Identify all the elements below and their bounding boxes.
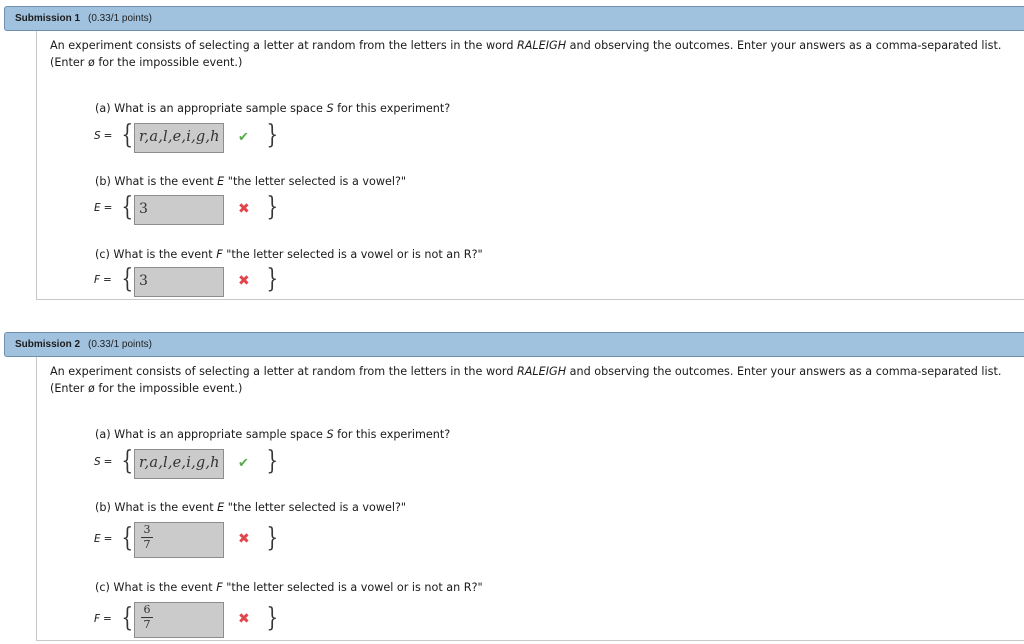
answer-input-a[interactable]: r,a,l,e,i,g,h bbox=[134, 123, 224, 153]
question-b: (b) What is the event E "the letter sele… bbox=[95, 501, 406, 514]
submission-title: Submission 1 bbox=[15, 13, 81, 24]
variable-label: E = bbox=[94, 533, 113, 545]
intro-text-end: and observing the outcomes. Enter your a… bbox=[566, 365, 1002, 378]
answer-input-b[interactable]: 3 bbox=[134, 195, 224, 225]
question-text-end: "the letter selected is a vowel or is no… bbox=[222, 248, 483, 261]
question-text-end: "the letter selected is a vowel or is no… bbox=[222, 581, 483, 594]
intro-text: An experiment consists of selecting a le… bbox=[50, 365, 517, 378]
answer-row-c: F = { 3 ✖ } bbox=[94, 264, 294, 298]
cross-icon: ✖ bbox=[238, 531, 250, 547]
fraction: 6 7 bbox=[141, 604, 153, 631]
question-text-end: "the letter selected is a vowel?" bbox=[224, 175, 407, 188]
answer-input-c[interactable]: 6 7 bbox=[134, 602, 224, 638]
answer-input-c[interactable]: 3 bbox=[134, 267, 224, 297]
open-brace: { bbox=[121, 523, 134, 553]
question-text: (a) What is an appropriate sample space bbox=[95, 428, 327, 441]
answer-row-b: E = { 3 ✖ } bbox=[94, 192, 294, 226]
variable-label: F = bbox=[94, 274, 112, 286]
submission-header: Submission 2 (0.33/1 points) bbox=[4, 332, 1024, 357]
close-brace: } bbox=[266, 192, 279, 222]
intro-text-end: and observing the outcomes. Enter your a… bbox=[566, 39, 1002, 52]
question-text: (b) What is the event bbox=[95, 175, 218, 188]
intro-word: RALEIGH bbox=[517, 365, 567, 378]
cross-icon: ✖ bbox=[238, 201, 250, 217]
checkmark-icon: ✔ bbox=[238, 130, 249, 145]
open-brace: { bbox=[121, 120, 134, 150]
submission-points: (0.33/1 points) bbox=[88, 13, 152, 24]
question-a: (a) What is an appropriate sample space … bbox=[95, 102, 450, 115]
answer-row-b: E = { 3 7 ✖ } bbox=[94, 521, 294, 558]
submission-points: (0.33/1 points) bbox=[88, 339, 152, 350]
question-text-end: "the letter selected is a vowel?" bbox=[224, 501, 407, 514]
question-text-end: for this experiment? bbox=[333, 428, 451, 441]
question-b: (b) What is the event E "the letter sele… bbox=[95, 175, 406, 188]
question-c: (c) What is the event F "the letter sele… bbox=[95, 248, 483, 261]
submission-title: Submission 2 bbox=[15, 339, 81, 350]
cross-icon: ✖ bbox=[238, 611, 250, 627]
open-brace: { bbox=[121, 446, 134, 476]
fraction: 3 7 bbox=[141, 524, 153, 551]
fraction-denominator: 7 bbox=[143, 618, 151, 631]
fraction-numerator: 3 bbox=[141, 524, 153, 538]
close-brace: } bbox=[266, 264, 279, 294]
submission-body: An experiment consists of selecting a le… bbox=[36, 357, 1024, 641]
question-c: (c) What is the event F "the letter sele… bbox=[95, 581, 483, 594]
answer-row-a: S = { r,a,l,e,i,g,h ✔ } bbox=[94, 120, 294, 154]
problem-intro: An experiment consists of selecting a le… bbox=[50, 363, 1024, 397]
intro-note: (Enter ø for the impossible event.) bbox=[50, 56, 243, 69]
answer-row-a: S = { r,a,l,e,i,g,h ✔ } bbox=[94, 446, 294, 480]
answer-input-a[interactable]: r,a,l,e,i,g,h bbox=[134, 449, 224, 479]
problem-intro: An experiment consists of selecting a le… bbox=[50, 37, 1024, 71]
submission-2: Submission 2 (0.33/1 points) An experime… bbox=[4, 332, 1024, 641]
close-brace: } bbox=[266, 523, 279, 553]
fraction-numerator: 6 bbox=[141, 604, 153, 618]
open-brace: { bbox=[121, 192, 134, 222]
open-brace: { bbox=[121, 603, 134, 633]
close-brace: } bbox=[266, 120, 279, 150]
question-text: (b) What is the event bbox=[95, 501, 218, 514]
submission-1: Submission 1 (0.33/1 points) An experime… bbox=[4, 6, 1024, 300]
variable-label: F = bbox=[94, 613, 112, 625]
close-brace: } bbox=[266, 446, 279, 476]
cross-icon: ✖ bbox=[238, 273, 250, 289]
variable-label: E = bbox=[94, 202, 113, 214]
question-var: S bbox=[326, 428, 334, 441]
intro-word: RALEIGH bbox=[517, 39, 567, 52]
question-var: S bbox=[326, 102, 334, 115]
question-text: (c) What is the event bbox=[95, 248, 217, 261]
submission-body: An experiment consists of selecting a le… bbox=[36, 31, 1024, 300]
answer-input-b[interactable]: 3 7 bbox=[134, 522, 224, 558]
fraction-denominator: 7 bbox=[143, 538, 151, 551]
close-brace: } bbox=[266, 603, 279, 633]
open-brace: { bbox=[121, 264, 134, 294]
question-a: (a) What is an appropriate sample space … bbox=[95, 428, 450, 441]
intro-note: (Enter ø for the impossible event.) bbox=[50, 382, 243, 395]
question-text-end: for this experiment? bbox=[333, 102, 451, 115]
intro-text: An experiment consists of selecting a le… bbox=[50, 39, 517, 52]
variable-label: S = bbox=[94, 130, 113, 142]
question-text: (c) What is the event bbox=[95, 581, 217, 594]
submission-header: Submission 1 (0.33/1 points) bbox=[4, 6, 1024, 31]
answer-row-c: F = { 6 7 ✖ } bbox=[94, 601, 294, 638]
variable-label: S = bbox=[94, 456, 113, 468]
checkmark-icon: ✔ bbox=[238, 456, 249, 471]
question-text: (a) What is an appropriate sample space bbox=[95, 102, 327, 115]
